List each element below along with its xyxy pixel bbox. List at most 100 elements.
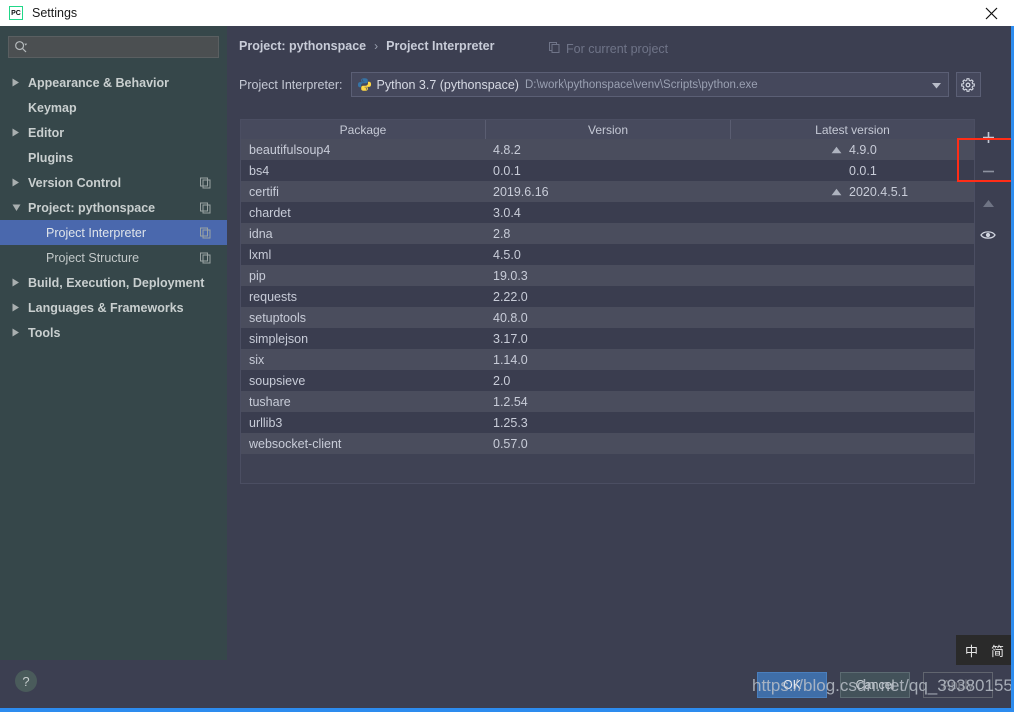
interpreter-select[interactable]: Python 3.7 (pythonspace) D:\work\pythons… [350,72,949,97]
cell-package: six [249,352,265,367]
table-row[interactable]: six 1.14.0 [241,349,974,370]
sidebar-item-build-execution-deployment[interactable]: Build, Execution, Deployment [0,270,227,295]
table-row[interactable]: certifi 2019.6.16 2020.4.5.1 [241,181,974,202]
chevron-right-icon[interactable] [12,328,28,337]
column-header-latest-version[interactable]: Latest version [731,120,974,139]
table-row[interactable]: urllib3 1.25.3 [241,412,974,433]
settings-sidebar: Appearance & Behavior Keymap Editor Plugins… [0,26,227,660]
python-glyph [357,78,371,91]
sidebar-item-tools[interactable]: Tools [0,320,227,345]
table-row[interactable]: setuptools 40.8.0 [241,307,974,328]
copy-glyph [549,42,560,53]
upgrade-arrow-icon [982,199,994,207]
breadcrumb: Project: pythonspace › Project Interpret… [239,39,495,53]
minus-icon [982,170,994,172]
cell-version: 4.5.0 [493,247,521,262]
latest-version-text: 4.9.0 [849,142,877,157]
close-icon[interactable] [968,0,1014,26]
sidebar-item-project-interpreter[interactable]: Project Interpreter [0,220,227,245]
table-row[interactable]: tushare 1.2.54 [241,391,974,412]
table-row[interactable]: websocket-client 0.57.0 [241,433,974,454]
close-glyph [985,7,997,19]
sidebar-item-keymap[interactable]: Keymap [0,95,227,120]
sidebar-item-label: Editor [28,125,65,140]
column-header-package[interactable]: Package [241,120,486,139]
column-header-version[interactable]: Version [486,120,731,139]
ime-language-mode[interactable]: 中 [965,641,978,660]
packages-toolbar [975,119,1001,484]
ime-indicator[interactable]: 中 简 [956,635,1014,665]
cell-package: requests [249,289,297,304]
table-row[interactable]: pip 19.0.3 [241,265,974,286]
search-box[interactable] [8,36,219,58]
sidebar-item-appearance-behavior[interactable]: Appearance & Behavior [0,70,227,95]
sidebar-item-project-structure[interactable]: Project Structure [0,245,227,270]
scope-note: For current project [549,40,668,58]
sidebar-item-project-pythonspace[interactable]: Project: pythonspace [0,195,227,220]
sidebar-item-label: Version Control [28,175,122,190]
sidebar-item-languages-frameworks[interactable]: Languages & Frameworks [0,295,227,320]
latest-version-wrapper: 0.0.1 [831,164,877,178]
interpreter-path: D:\work\pythonspace\venv\Scripts\python.… [524,78,758,91]
python-icon [357,77,372,92]
breadcrumb-parent[interactable]: Project: pythonspace [239,39,366,53]
sidebar-item-version-control[interactable]: Version Control [0,170,227,195]
table-row[interactable]: idna 2.8 [241,223,974,244]
latest-version-wrapper: 2020.4.5.1 [831,185,908,199]
show-early-releases-button[interactable] [975,219,1001,251]
cell-version: 3.0.4 [493,205,521,220]
cell-package: certifi [249,184,279,199]
upgrade-spacer [831,167,842,175]
interpreter-settings-button[interactable] [955,72,981,97]
window-title: Settings [32,6,78,20]
cell-package: bs4 [249,163,270,178]
table-row[interactable]: requests 2.22.0 [241,286,974,307]
copy-icon [200,202,211,213]
cell-version: 0.57.0 [493,436,528,451]
chevron-right-icon[interactable] [12,78,28,87]
eye-icon [980,231,996,239]
breadcrumb-current: Project Interpreter [386,39,495,53]
cell-package: soupsieve [249,373,306,388]
sidebar-item-plugins[interactable]: Plugins [0,145,227,170]
settings-tree: Appearance & Behavior Keymap Editor Plugins… [0,70,227,345]
search-input[interactable] [31,39,200,55]
cell-version: 3.17.0 [493,331,528,346]
cell-latest-version: 2020.4.5.1 [731,181,974,202]
title-bar: PC Settings [0,0,1014,26]
sidebar-item-label: Build, Execution, Deployment [28,275,205,290]
table-row[interactable]: bs4 0.0.1 0.0.1 [241,160,974,181]
cell-latest-version [731,391,974,412]
upgrade-package-button[interactable] [975,187,1001,219]
latest-version-wrapper: 4.9.0 [831,143,877,157]
table-row[interactable]: soupsieve 2.0 [241,370,974,391]
table-row[interactable]: beautifulsoup4 4.8.2 4.9.0 [241,139,974,160]
sidebar-item-editor[interactable]: Editor [0,120,227,145]
chevron-right-icon[interactable] [12,303,28,312]
packages-table-body: beautifulsoup4 4.8.2 4.9.0 bs4 0.0.1 0.0.1 cer… [241,139,974,454]
sidebar-item-label: Appearance & Behavior [28,75,170,90]
cell-latest-version: 4.9.0 [731,139,974,160]
sidebar-item-label: Project Interpreter [46,225,147,240]
sidebar-item-label: Project Structure [46,250,140,265]
chevron-right-icon[interactable] [12,128,28,137]
add-package-button[interactable] [975,119,1001,155]
packages-table-header: Package Version Latest version [241,120,974,139]
ime-character-shape[interactable]: 简 [991,641,1004,660]
cell-version: 2.22.0 [493,289,528,304]
chevron-down-icon[interactable] [931,76,941,94]
remove-package-button[interactable] [975,155,1001,187]
table-row[interactable]: chardet 3.0.4 [241,202,974,223]
chevron-down-icon[interactable] [12,204,28,212]
pycharm-icon: PC [9,6,23,20]
interpreter-caption: Project Interpreter: [239,77,343,92]
table-row[interactable]: simplejson 3.17.0 [241,328,974,349]
interpreter-row: Project Interpreter: Python 3.7 (pythons… [239,72,981,97]
cell-version: 1.14.0 [493,352,528,367]
search-icon [14,40,28,54]
table-row[interactable]: lxml 4.5.0 [241,244,974,265]
chevron-right-icon[interactable] [12,178,28,187]
chevron-right-icon[interactable] [12,278,28,287]
cell-latest-version [731,328,974,349]
help-button[interactable]: ? [15,670,37,692]
